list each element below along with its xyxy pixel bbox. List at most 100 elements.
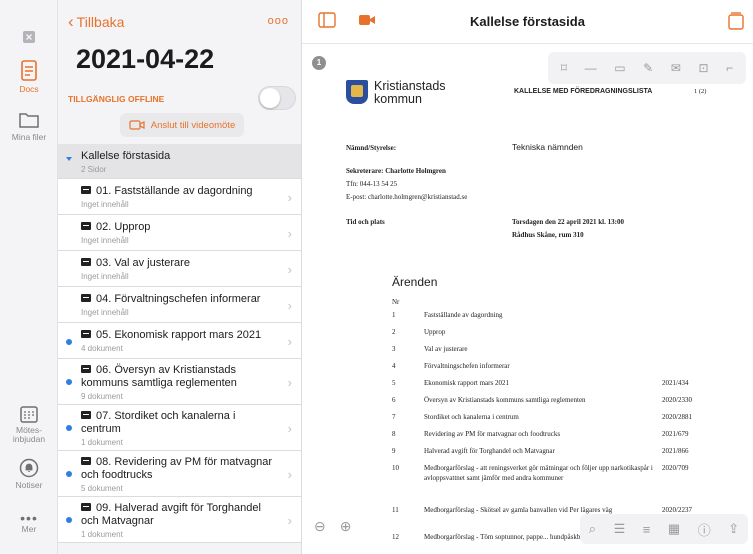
document-icon: [21, 60, 37, 81]
annotations-icon[interactable]: [728, 12, 744, 30]
list-item[interactable]: 01. Fastställande av dagordning Inget inn…: [58, 179, 301, 215]
list-item[interactable]: 07. Stordiket och kanalerna i centrum 1 d…: [58, 405, 301, 451]
folder-icon: [81, 222, 91, 230]
agenda-case: 2021/679: [662, 430, 689, 438]
folder-icon: [81, 411, 91, 419]
table-row: 7 Stordiket och kanalerna i centrum 2020/2…: [392, 412, 732, 429]
search-icon[interactable]: ⌕: [589, 521, 596, 537]
zoom-controls: ⊖ ⊕: [314, 518, 351, 535]
list-item[interactable]: 09. Halverad avgift för Torghandel och M…: [58, 497, 301, 543]
email: E-post: charlotte.holmgren@kristianstad.…: [346, 193, 468, 201]
rail-files[interactable]: Mina filer: [0, 110, 58, 142]
list-item-sub: 5 dokument: [81, 484, 123, 493]
document-title: Kallelse förstasida: [470, 14, 585, 29]
join-video-label: Anslut till videomöte: [150, 119, 236, 131]
agenda-title: Förvaltningschefen informerar: [424, 362, 510, 370]
back-button[interactable]: ‹ Tillbaka: [68, 13, 124, 30]
table-row: 9 Halverad avgift för Torghandel och Matv…: [392, 446, 732, 463]
list-item[interactable]: 02. Upprop Inget innehåll ›: [58, 215, 301, 251]
folder-icon: [81, 365, 91, 373]
chevron-right-icon: ›: [287, 512, 292, 528]
agenda-title: Revidering av PM för matvagnar och foodt…: [424, 430, 561, 438]
rail-docs[interactable]: Docs: [0, 60, 58, 94]
chevron-right-icon: ›: [287, 466, 292, 482]
rail-more[interactable]: ••• Mer: [0, 511, 58, 534]
list-icon[interactable]: ≡: [643, 522, 651, 537]
video-camera-icon: [129, 120, 145, 130]
outline-icon[interactable]: ☰: [614, 521, 626, 537]
chevron-right-icon: ›: [287, 297, 292, 313]
agenda-title: Medborgarförslag - att reningsverket gör…: [424, 464, 653, 482]
thumbnails-icon[interactable]: ▦: [668, 521, 680, 537]
bell-icon: [19, 458, 39, 478]
agenda-case: 2020/2881: [662, 413, 692, 421]
list-item-sub: Inget innehåll: [81, 308, 129, 317]
list-item[interactable]: 04. Förvaltningschefen informerar Inget i…: [58, 287, 301, 323]
table-row: 10 Medborgarförslag - att reningsverket g…: [392, 463, 732, 505]
list-item[interactable]: 08. Revidering av PM för matvagnar och f…: [58, 451, 301, 497]
folder-icon: [81, 503, 91, 511]
unread-dot: [66, 425, 72, 431]
chevron-right-icon: ›: [287, 420, 292, 436]
rail-docs-label: Docs: [19, 84, 39, 94]
agenda-nr: 6: [392, 396, 396, 404]
agenda-title: Halverad avgift för Torghandel och Matva…: [424, 447, 555, 455]
secretary: Sekreterare: Charlotte Holmgren: [346, 167, 446, 175]
unread-dot: [66, 379, 72, 385]
join-video-button[interactable]: Anslut till videomöte: [120, 113, 244, 137]
list-item-sub: Inget innehåll: [81, 236, 129, 245]
zoom-in-icon[interactable]: ⊕: [340, 518, 352, 535]
meeting-date: 2021-04-22: [76, 44, 215, 74]
table-row: 5 Ekonomisk rapport mars 2021 2021/434: [392, 378, 732, 395]
meeting-list-panel: ‹ Tillbaka ooo 2021-04-22 TILLGÄNGLIG OF…: [58, 0, 302, 554]
folder-icon: [81, 330, 91, 338]
unread-dot: [66, 471, 72, 477]
agenda-nr: 5: [392, 379, 396, 387]
agenda-nr: 11: [392, 506, 399, 514]
zoom-out-icon[interactable]: ⊖: [314, 518, 326, 535]
close-icon[interactable]: [20, 28, 38, 46]
list-item-sub: Inget innehåll: [81, 200, 129, 209]
list-item[interactable]: 05. Ekonomisk rapport mars 2021 4 dokumen…: [58, 323, 301, 359]
time-label: Tid och plats: [346, 218, 385, 226]
rail-notices[interactable]: Notiser: [0, 458, 58, 490]
list-item[interactable]: 06. Översyn av Kristianstads kommuns sam…: [58, 359, 301, 405]
table-row: 4 Förvaltningschefen informerar: [392, 361, 732, 378]
page-count: 1 (2): [694, 88, 707, 95]
phone: Tfn: 044-13 54 25: [346, 180, 398, 188]
chevron-right-icon: ›: [287, 189, 292, 205]
org-line2: kommun: [374, 92, 422, 106]
table-row: 1 Fastställande av dagordning: [392, 310, 732, 327]
share-icon[interactable]: ⇪: [728, 521, 739, 537]
board-label: Nämnd/Styrelse:: [346, 144, 397, 152]
chevron-right-icon: ›: [287, 374, 292, 390]
agenda-title: Ekonomisk rapport mars 2021: [424, 379, 509, 387]
list-item-selected[interactable]: Kallelse förstasida 2 Sidor: [58, 144, 301, 179]
place-value: Rådhus Skåne, rum 310: [512, 231, 584, 239]
agenda-nr: 1: [392, 311, 396, 319]
document-page: Kristianstads kommun KALLELSE MED FÖREDR…: [330, 70, 740, 554]
agenda-title: Översyn av Kristianstads kommuns samtlig…: [424, 396, 586, 404]
list-item-title: 04. Förvaltningschefen informerar: [96, 293, 261, 305]
rail-invite[interactable]: Mötes- inbjudan: [0, 404, 58, 444]
info-icon[interactable]: ⓘ: [698, 520, 711, 539]
more-options-button[interactable]: ooo: [268, 15, 289, 27]
list-item-sub: 1 dokument: [81, 438, 123, 447]
page-number-badge: 1: [312, 56, 326, 70]
list-item-title: Kallelse förstasida: [81, 150, 171, 162]
folder-icon: [81, 258, 91, 266]
list-item-title: 02. Upprop: [96, 221, 151, 233]
rail-notices-label: Notiser: [15, 480, 43, 490]
bottom-toolbar: ⌕ ☰ ≡ ▦ ⓘ ⇪: [580, 514, 748, 544]
agenda-nr: 12: [392, 533, 399, 541]
offline-toggle[interactable]: [258, 86, 296, 110]
list-item[interactable]: 03. Val av justerare Inget innehåll ›: [58, 251, 301, 287]
agenda-nr: 8: [392, 430, 396, 438]
chevron-right-icon: ›: [287, 225, 292, 241]
document-viewer: Kallelse förstasida 1 ⌑ — ▭ ✎ ✉ ⊡ ⌐ Kris…: [302, 0, 753, 554]
left-rail: Docs Mina filer Mötes- inbjudan Notiser …: [0, 0, 58, 554]
agenda-nr: 3: [392, 345, 396, 353]
chevron-right-icon: ›: [287, 261, 292, 277]
list-item-title: 09. Halverad avgift för Torghandel och M…: [81, 502, 261, 527]
folder-icon: [81, 294, 91, 302]
